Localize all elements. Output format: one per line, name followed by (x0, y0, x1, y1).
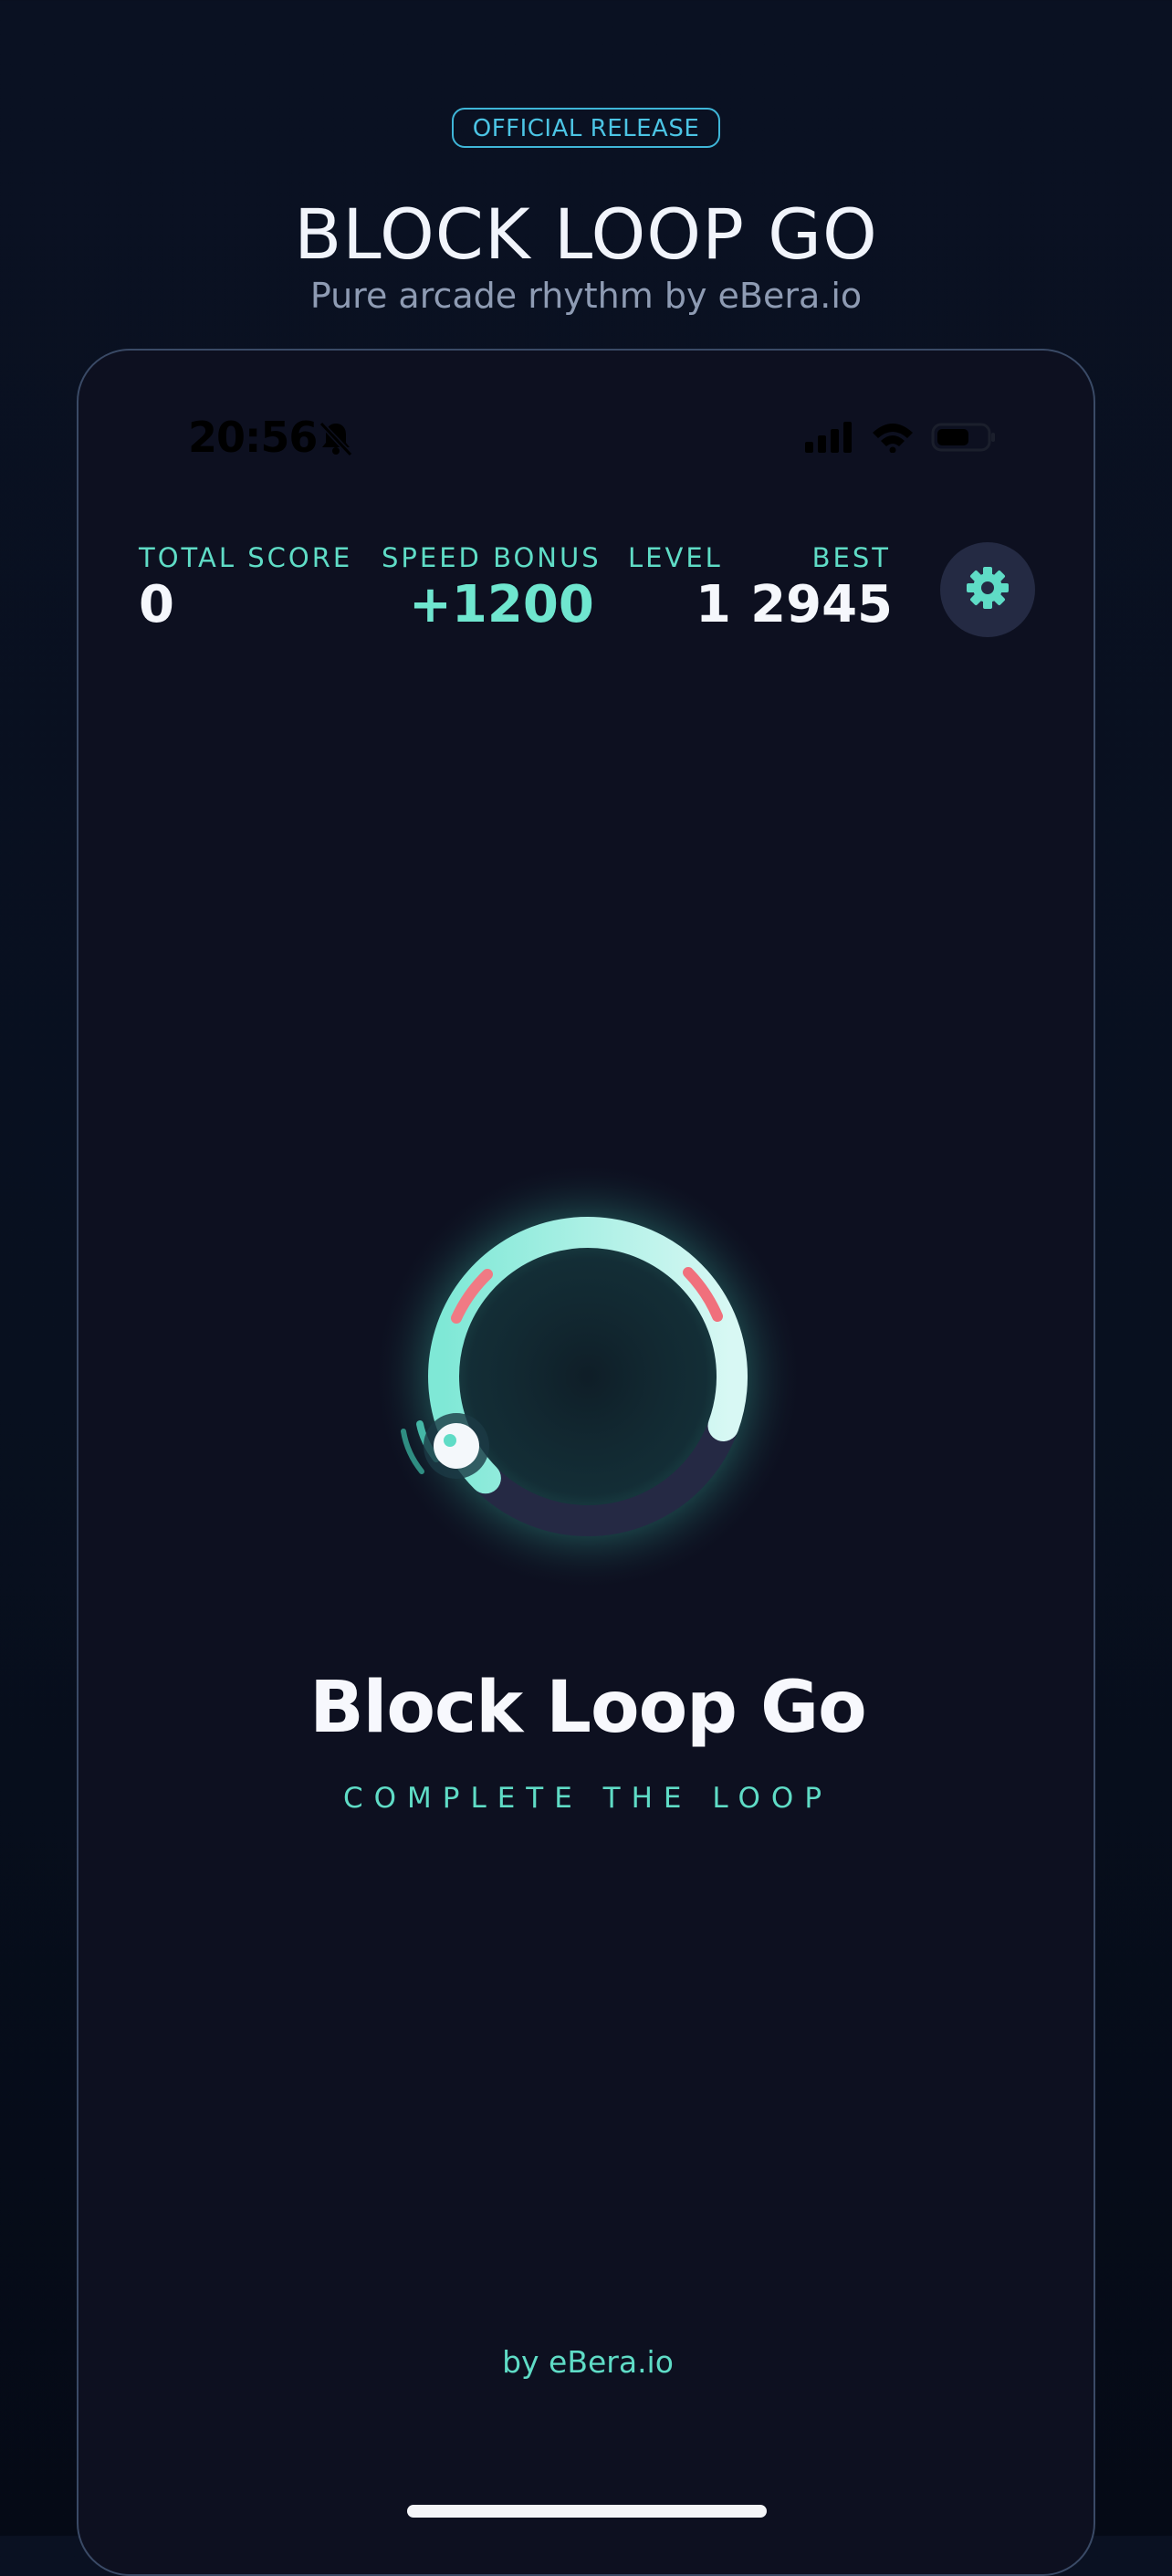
best-label: BEST (811, 542, 891, 573)
status-time: 20:56 (188, 413, 318, 462)
best-value: 2945 (750, 575, 893, 634)
signal-icon (803, 422, 854, 456)
page-subtitle: Pure arcade rhythm by eBera.io (309, 276, 863, 316)
official-release-badge: OFFICIAL RELEASE (452, 108, 720, 148)
total-score-label: TOTAL SCORE (139, 542, 353, 573)
loop-ring[interactable] (367, 1156, 809, 1597)
speed-bonus-label: SPEED BONUS (382, 542, 602, 573)
speed-bonus-value: +1200 (409, 575, 594, 634)
home-indicator[interactable] (407, 2505, 767, 2518)
total-score-value: 0 (139, 575, 174, 634)
settings-button[interactable] (940, 542, 1035, 637)
player-ball (434, 1423, 479, 1469)
player-ball-eye (444, 1434, 456, 1447)
page-title: BLOCK LOOP GO (294, 194, 878, 275)
wifi-icon (871, 422, 915, 456)
phone-frame: 20:56 TOTAL SCORE 0 SPEED BONUS +1200 LE… (77, 349, 1095, 2576)
game-title: Block Loop Go (309, 1667, 867, 1749)
bell-slash-icon (318, 420, 354, 460)
gear-icon (965, 565, 1010, 614)
footer-credit[interactable]: by eBera.io (78, 2344, 1094, 2380)
level-value: 1 (696, 575, 731, 634)
level-label: LEVEL (628, 542, 723, 573)
game-subtitle: COMPLETE THE LOOP (342, 1782, 833, 1815)
battery-icon (931, 422, 997, 456)
